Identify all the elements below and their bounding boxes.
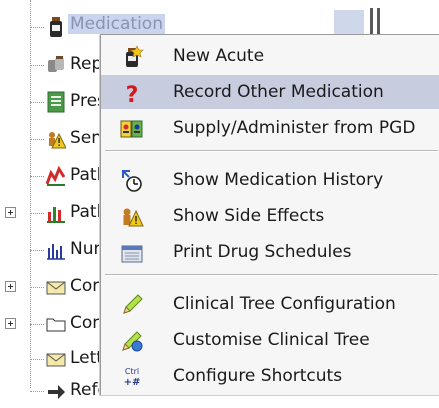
- menu-item-new-acute[interactable]: New Acute: [101, 39, 439, 73]
- tree-item-label: Lett: [70, 348, 103, 368]
- tree-item-pathology-2[interactable]: Patl: [0, 196, 110, 230]
- expand-toggle[interactable]: [5, 281, 16, 292]
- menu-item-label: Print Drug Schedules: [173, 242, 352, 262]
- tree-item-consultations[interactable]: Con: [0, 270, 110, 304]
- warning-people-icon: [49, 132, 66, 149]
- menu-item-customise-clinical-tree[interactable]: Customise Clinical Tree: [101, 323, 439, 357]
- menu-item-show-side-effects[interactable]: Show Side Effects: [101, 199, 439, 233]
- side-effects-icon: [123, 208, 144, 227]
- tree-item-label: Rep: [70, 54, 103, 74]
- tree-item-label: Patl: [70, 202, 102, 222]
- menu-item-label: Configure Shortcuts: [173, 366, 343, 386]
- tree-item-correspondence[interactable]: Con: [0, 307, 110, 341]
- supply-pgd-icon: [120, 120, 143, 138]
- numeric-chart-icon: [47, 244, 65, 260]
- tree-connector: [30, 102, 44, 103]
- menu-item-label: Show Medication History: [173, 170, 384, 190]
- tree-item-repeats[interactable]: Rep: [0, 48, 110, 82]
- tree-item-numerics[interactable]: Nun: [0, 233, 110, 267]
- context-menu: New Acute ? Record Other Medication Supp…: [100, 34, 439, 395]
- menu-item-supply-administer-pgd[interactable]: Supply/Administer from PGD: [101, 111, 439, 145]
- expand-toggle[interactable]: [5, 207, 16, 218]
- repeat-pills-icon: [48, 56, 64, 72]
- pathology-chart-icon: [47, 207, 65, 223]
- pencil-icon: [123, 294, 143, 314]
- menu-item-label: Clinical Tree Configuration: [173, 294, 396, 314]
- tree-connector: [30, 287, 44, 288]
- pathology-chart-icon: [46, 165, 66, 186]
- menu-item-record-other-medication[interactable]: ? Record Other Medication: [101, 75, 439, 109]
- menu-item-label: Record Other Medication: [173, 82, 384, 102]
- menu-separator: [105, 274, 438, 276]
- menu-item-label: Supply/Administer from PGD: [173, 118, 416, 138]
- tree-item-label: Sen: [70, 128, 103, 148]
- envelope-icon: [46, 281, 66, 295]
- tree-item-sensitivities[interactable]: Sen: [0, 122, 110, 156]
- menu-item-label: Customise Clinical Tree: [173, 330, 370, 350]
- menu-item-label: Show Side Effects: [173, 206, 325, 226]
- tree-item-referrals[interactable]: Refe: [0, 374, 110, 408]
- referral-icon: [48, 385, 65, 399]
- history-clock-icon: [122, 170, 142, 192]
- svg-text:?: ?: [126, 83, 139, 105]
- tree-item-label: Con: [70, 313, 104, 333]
- tree-connector: [30, 359, 44, 360]
- menu-item-label: New Acute: [173, 46, 265, 66]
- new-acute-icon: [126, 45, 144, 67]
- envelope-icon: [46, 353, 66, 367]
- svg-text:+#: +#: [124, 377, 141, 388]
- tree-connector: [30, 324, 44, 325]
- svg-text:Ctrl: Ctrl: [125, 367, 139, 376]
- tree-item-label: Patl: [70, 165, 102, 185]
- question-mark-icon: ?: [126, 83, 139, 105]
- menu-separator: [105, 150, 438, 152]
- clinical-tree: Medication Rep Pres Sen Patl Patl Nun Co…: [0, 0, 165, 400]
- tree-item-prescriptions[interactable]: Pres: [0, 85, 110, 119]
- tree-item-letters[interactable]: Lett: [0, 342, 110, 376]
- tree-connector: [30, 213, 44, 214]
- tree-item-pathology[interactable]: Patl: [0, 159, 110, 193]
- tree-connector: [30, 176, 44, 177]
- expand-toggle[interactable]: [5, 318, 16, 329]
- print-schedule-icon: [121, 245, 143, 263]
- tree-connector: [30, 139, 44, 140]
- tree-connector: [30, 391, 44, 392]
- tree-item-label: Medication: [68, 14, 165, 34]
- tree-item-label: Con: [70, 276, 104, 296]
- ctrl-shortcut-icon: Ctrl +#: [124, 367, 141, 388]
- medication-bottle-icon: [50, 17, 62, 37]
- prescription-icon: [47, 91, 65, 113]
- tree-connector: [30, 250, 44, 251]
- folder-icon: [46, 318, 66, 332]
- menu-item-clinical-tree-configuration[interactable]: Clinical Tree Configuration: [101, 287, 439, 321]
- customise-tree-icon: [122, 331, 143, 352]
- tree-item-medication[interactable]: Medication: [0, 10, 165, 44]
- tree-connector: [30, 65, 44, 66]
- menu-item-print-drug-schedules[interactable]: Print Drug Schedules: [101, 235, 439, 269]
- menu-item-show-medication-history[interactable]: Show Medication History: [101, 163, 439, 197]
- tree-connector: [30, 27, 44, 28]
